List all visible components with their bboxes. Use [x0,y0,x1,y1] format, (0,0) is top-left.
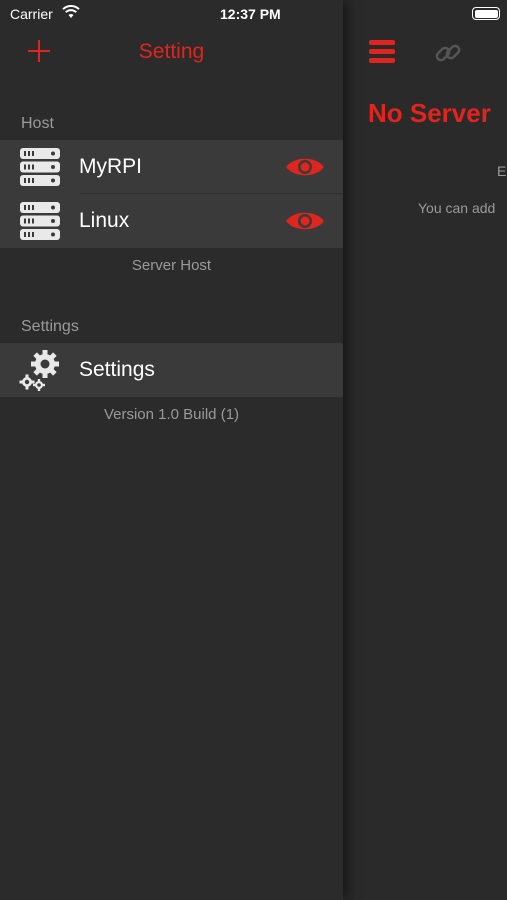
host-label: MyRPI [79,155,142,178]
status-bar: Carrier 12:37 PM [0,0,507,28]
main-panel: No Server E You can add [343,0,507,900]
server-icon [20,148,60,186]
no-server-title: No Server [368,98,491,128]
hamburger-menu-icon[interactable] [369,40,395,66]
settings-label: Settings [79,358,155,381]
eye-icon[interactable] [285,155,325,179]
gears-icon [19,349,61,391]
settings-section-header: Settings [21,318,79,335]
battery-icon [472,7,500,20]
settings-row[interactable]: Settings [0,343,343,397]
link-icon[interactable] [433,38,463,68]
clock: 12:37 PM [220,6,281,22]
carrier-label: Carrier [10,6,53,22]
host-row-linux[interactable]: Linux [0,194,343,248]
host-label: Linux [79,209,130,232]
server-icon [20,202,60,240]
drawer-header: Setting [0,30,343,76]
empty-state-hint: You can add [418,200,496,216]
host-section-header: Host [21,115,54,132]
main-navigation-bar [343,30,507,78]
host-row-myrpi[interactable]: MyRPI [0,140,343,194]
empty-state-heading: E [497,163,507,179]
eye-icon[interactable] [285,209,325,233]
side-drawer: Setting Host MyRPI Linux Server Host Set… [0,0,343,900]
wifi-icon [62,5,80,18]
host-section-footer: Server Host [131,257,212,274]
add-server-button[interactable] [26,38,52,64]
version-text: Version 1.0 Build (1) [103,406,240,423]
